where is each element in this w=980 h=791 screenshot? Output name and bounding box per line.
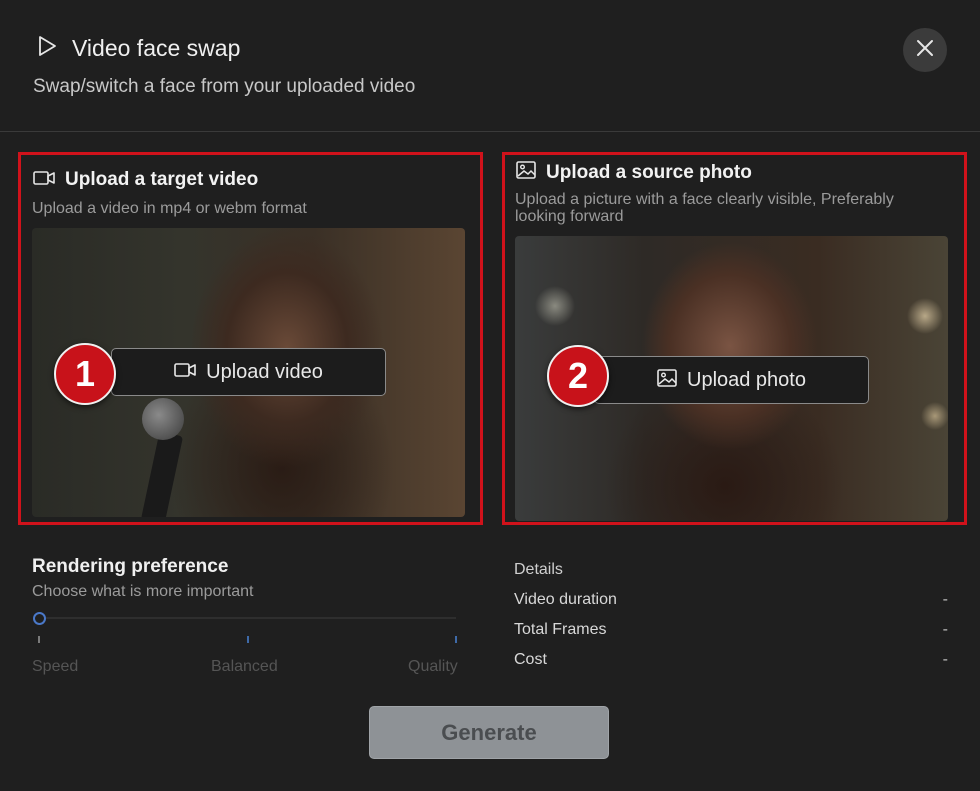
detail-row-video-duration: Video duration - — [514, 591, 948, 609]
detail-value: - — [942, 591, 948, 608]
slider-tick-quality — [455, 636, 457, 643]
source-photo-panel: Upload a source photo Upload a picture w… — [502, 152, 967, 525]
detail-value: - — [942, 621, 948, 638]
upload-video-label: Upload video — [206, 360, 323, 383]
dialog-title: Video face swap — [72, 35, 241, 61]
detail-label: Cost — [514, 651, 547, 668]
target-video-heading: Upload a target video — [33, 169, 258, 191]
slider-tick-speed — [38, 636, 40, 643]
step-badge-1: 1 — [54, 343, 116, 405]
video-camera-icon — [174, 362, 196, 383]
source-photo-description: Upload a picture with a face clearly vis… — [515, 191, 894, 225]
source-photo-description-line1: Upload a picture with a face clearly vis… — [515, 191, 894, 208]
dialog-header: Video face swap Swap/switch a face from … — [0, 0, 980, 132]
close-icon — [915, 38, 935, 63]
detail-label: Total Frames — [514, 621, 607, 638]
detail-row-total-frames: Total Frames - — [514, 621, 948, 639]
source-photo-title: Upload a source photo — [546, 161, 752, 183]
rendering-preference-title: Rendering preference — [32, 556, 229, 577]
microphone-handle — [140, 431, 184, 517]
dialog-subtitle: Swap/switch a face from your uploaded vi… — [33, 76, 416, 97]
slider-tick-balanced — [247, 636, 249, 643]
source-photo-heading: Upload a source photo — [516, 161, 752, 184]
detail-label: Video duration — [514, 591, 617, 608]
slider-label-balanced[interactable]: Balanced — [211, 658, 278, 676]
detail-value: - — [942, 651, 948, 668]
image-icon — [657, 368, 677, 392]
slider-label-speed[interactable]: Speed — [32, 658, 78, 676]
details-title: Details — [514, 561, 563, 578]
rendering-slider-track[interactable] — [38, 617, 456, 619]
upload-photo-button[interactable]: Upload photo — [594, 356, 869, 404]
upload-photo-label: Upload photo — [687, 368, 806, 391]
rendering-preference-description: Choose what is more important — [32, 583, 254, 600]
target-video-title: Upload a target video — [65, 169, 259, 190]
microphone — [142, 398, 184, 440]
detail-row-cost: Cost - — [514, 651, 948, 669]
play-icon — [36, 34, 58, 63]
step-badge-2: 2 — [547, 345, 609, 407]
title-row: Video face swap — [36, 34, 240, 63]
upload-video-button[interactable]: Upload video — [111, 348, 386, 396]
source-photo-description-line2: looking forward — [515, 208, 624, 225]
video-camera-icon — [33, 170, 55, 191]
image-icon — [516, 161, 536, 184]
rendering-slider-thumb[interactable] — [33, 612, 46, 625]
close-button[interactable] — [903, 28, 947, 72]
target-video-description: Upload a video in mp4 or webm format — [32, 200, 307, 217]
generate-label: Generate — [441, 719, 537, 745]
slider-label-quality[interactable]: Quality — [408, 658, 458, 676]
target-video-panel: Upload a target video Upload a video in … — [18, 152, 483, 525]
generate-button[interactable]: Generate — [369, 706, 609, 759]
